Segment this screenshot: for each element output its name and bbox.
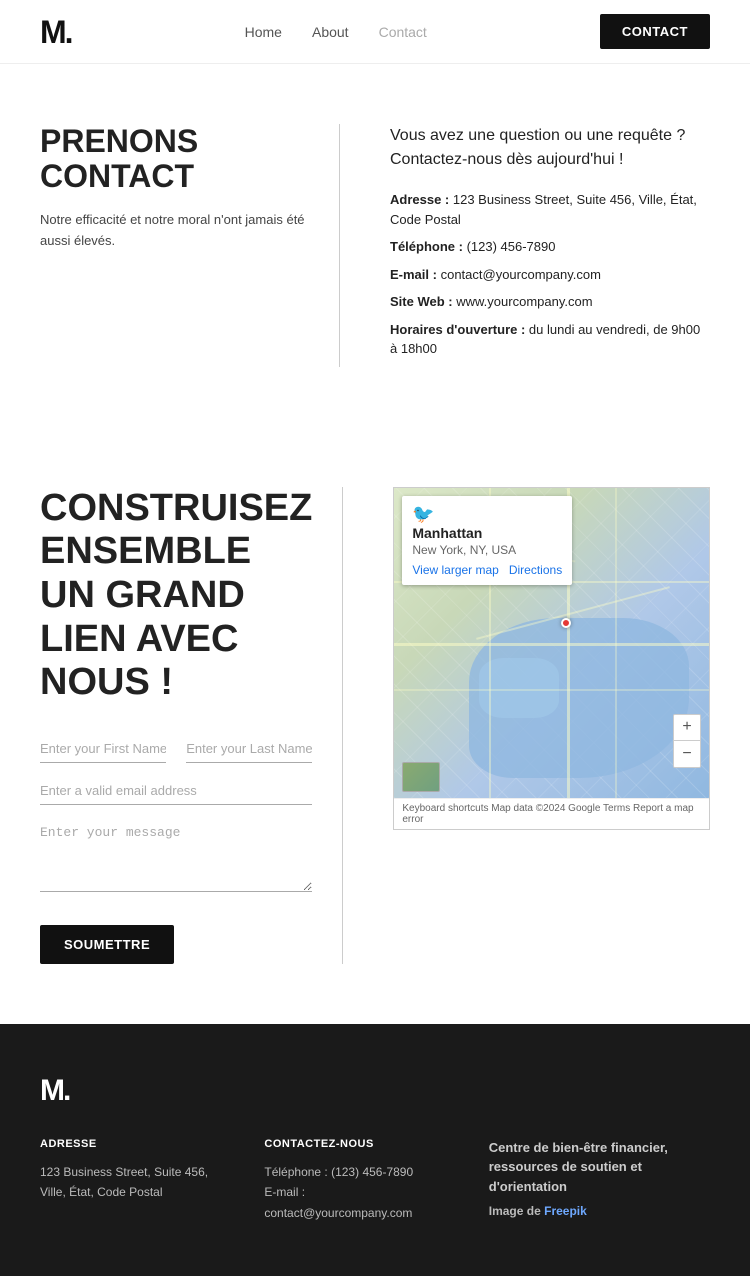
footer-phone-text: Téléphone : (123) 456-7890 [264, 1162, 448, 1182]
nav-about[interactable]: About [312, 24, 349, 40]
map-bird-icon: 🐦 [412, 504, 562, 525]
contact-intro: Vous avez une question ou une requête ? … [390, 124, 710, 172]
directions-link[interactable]: Directions [509, 563, 562, 577]
message-field-wrapper [40, 819, 312, 895]
first-name-input[interactable] [40, 735, 166, 763]
hours-line: Horaires d'ouverture : du lundi au vendr… [390, 320, 710, 359]
footer-right-title: Centre de bien-être financier, ressource… [489, 1138, 710, 1197]
footer-columns: ADRESSE 123 Business Street, Suite 456, … [40, 1138, 710, 1227]
last-name-input[interactable] [186, 735, 312, 763]
phone-val: (123) 456-7890 [467, 239, 556, 254]
footer-logo: M. [40, 1074, 710, 1108]
construisez-section: CONSTRUISEZ ENSEMBLE UN GRAND LIEN AVEC … [0, 427, 750, 1024]
footer-contact-col: CONTACTEZ-NOUS Téléphone : (123) 456-789… [264, 1138, 448, 1223]
map-footer: Keyboard shortcuts Map data ©2024 Google… [394, 798, 709, 829]
prenons-contact-section: PRENONS CONTACT Notre efficacité et notr… [0, 64, 750, 427]
email-input[interactable] [40, 777, 312, 805]
map-inner: 🐦 Manhattan New York, NY, USA View large… [394, 488, 709, 798]
map-actions: View larger map Directions [412, 563, 562, 577]
footer-contact-title: CONTACTEZ-NOUS [264, 1138, 448, 1150]
footer-image-credit: Image de Freepik [489, 1202, 710, 1220]
map-container[interactable]: 🐦 Manhattan New York, NY, USA View large… [393, 487, 710, 830]
header: M. Home About Contact CONTACT [0, 0, 750, 64]
zoom-in-button[interactable]: + [674, 715, 700, 741]
message-textarea[interactable] [40, 819, 312, 892]
map-footer-text: Keyboard shortcuts Map data ©2024 Google… [402, 803, 701, 825]
logo: M. [40, 16, 72, 48]
construisez-title: CONSTRUISEZ ENSEMBLE UN GRAND LIEN AVEC … [40, 487, 312, 705]
construisez-left: CONSTRUISEZ ENSEMBLE UN GRAND LIEN AVEC … [40, 487, 343, 964]
footer-email-text: E-mail : contact@yourcompany.com [264, 1182, 448, 1223]
email-val: contact@yourcompany.com [441, 267, 601, 282]
map-place-sub: New York, NY, USA [412, 543, 562, 557]
contact-form: SOUMETTRE [40, 735, 312, 964]
contact-info: Adresse : 123 Business Street, Suite 456… [390, 190, 710, 359]
prenons-subtitle: Notre efficacité et notre moral n'ont ja… [40, 210, 309, 252]
prenons-title: PRENONS CONTACT [40, 124, 309, 194]
nav-home[interactable]: Home [245, 24, 282, 40]
footer-address-text: 123 Business Street, Suite 456, Ville, É… [40, 1162, 224, 1203]
map-place-name: Manhattan [412, 525, 562, 541]
map-info-box: 🐦 Manhattan New York, NY, USA View large… [402, 496, 572, 585]
freepik-link[interactable]: Freepik [544, 1204, 587, 1218]
email-line: E-mail : contact@yourcompany.com [390, 265, 710, 285]
form-name-row [40, 735, 312, 763]
view-larger-map-link[interactable]: View larger map [412, 563, 498, 577]
first-name-field [40, 735, 166, 763]
address-line: Adresse : 123 Business Street, Suite 456… [390, 190, 710, 229]
phone-line: Téléphone : (123) 456-7890 [390, 237, 710, 257]
zoom-out-button[interactable]: − [674, 741, 700, 767]
footer-right-col: Centre de bien-être financier, ressource… [489, 1138, 710, 1227]
map-zoom-controls: + − [673, 714, 701, 768]
web-line: Site Web : www.yourcompany.com [390, 292, 710, 312]
navigation: Home About Contact [245, 24, 427, 40]
footer-address-col: ADRESSE 123 Business Street, Suite 456, … [40, 1138, 224, 1203]
prenons-right: Vous avez une question ou une requête ? … [380, 124, 710, 367]
footer-address-title: ADRESSE [40, 1138, 224, 1150]
map-thumbnail [402, 762, 440, 792]
construisez-right: 🐦 Manhattan New York, NY, USA View large… [383, 487, 710, 964]
nav-contact[interactable]: Contact [379, 24, 427, 40]
submit-button[interactable]: SOUMETTRE [40, 925, 174, 964]
footer: M. ADRESSE 123 Business Street, Suite 45… [0, 1024, 750, 1276]
web-val: www.yourcompany.com [456, 294, 592, 309]
email-field-wrapper [40, 777, 312, 805]
prenons-left: PRENONS CONTACT Notre efficacité et notr… [40, 124, 340, 367]
last-name-field [186, 735, 312, 763]
contact-header-button[interactable]: CONTACT [600, 14, 710, 49]
